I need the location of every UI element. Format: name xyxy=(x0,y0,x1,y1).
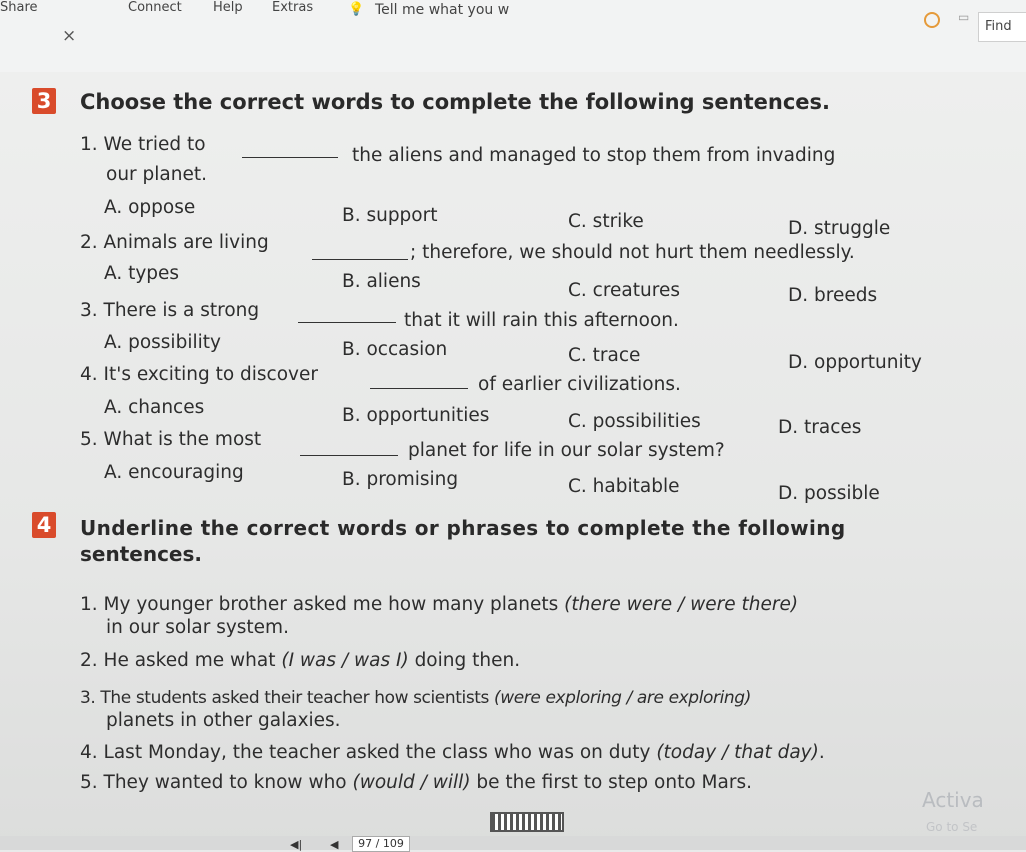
q3-blank[interactable] xyxy=(298,322,396,323)
q1-before: 1. We tried to xyxy=(80,134,206,155)
q3-option-c: C. trace xyxy=(568,345,641,366)
q2-option-a: A. types xyxy=(104,263,180,284)
q1-continuation: our planet. xyxy=(106,164,207,185)
q1-option-a: A. oppose xyxy=(104,197,196,218)
e4-item-5-choice[interactable]: (would / will) xyxy=(353,772,471,793)
q2-option-b: B. aliens xyxy=(342,271,421,292)
q5-option-a: A. encouraging xyxy=(104,462,244,483)
e4-item-1-before: 1. My younger brother asked me how many … xyxy=(80,594,565,615)
q4-before: 4. It's exciting to discover xyxy=(80,364,318,385)
q4-blank[interactable] xyxy=(370,388,468,389)
record-icon[interactable] xyxy=(924,12,940,28)
menu-help[interactable]: Help xyxy=(213,0,243,15)
go-to-settings-watermark: Go to Se xyxy=(926,820,978,834)
q3-option-d: D. opportunity xyxy=(788,352,922,373)
e4-item-5-after: be the first to step onto Mars. xyxy=(470,772,752,793)
q4-option-a: A. chances xyxy=(104,397,205,418)
previous-page-icon[interactable]: ◀ xyxy=(330,838,338,851)
menu-extras[interactable]: Extras xyxy=(272,0,313,15)
q1-option-c: C. strike xyxy=(568,211,644,232)
e4-item-3: 3. The students asked their teacher how … xyxy=(80,688,751,708)
q5-after: planet for life in our solar system? xyxy=(408,440,725,461)
q2-after: ; therefore, we should not hurt them nee… xyxy=(410,242,855,263)
e4-item-3-before: 3. The students asked their teacher how … xyxy=(80,688,495,708)
e4-item-2-choice[interactable]: (I was / was I) xyxy=(281,650,408,671)
exercise-4-title-line2: sentences. xyxy=(80,542,202,566)
activate-windows-watermark: Activa xyxy=(922,788,984,812)
e4-item-4: 4. Last Monday, the teacher asked the cl… xyxy=(80,742,825,763)
q2-before: 2. Animals are living xyxy=(80,232,269,253)
q1-after: the aliens and managed to stop them from… xyxy=(352,145,836,166)
e4-item-3-line2: planets in other galaxies. xyxy=(106,710,341,731)
e4-item-1: 1. My younger brother asked me how many … xyxy=(80,594,798,615)
lightbulb-icon[interactable]: 💡 xyxy=(348,2,364,17)
q5-blank[interactable] xyxy=(300,455,398,456)
document-page xyxy=(0,72,1026,850)
q5-option-d: D. possible xyxy=(778,483,880,504)
q2-option-d: D. breeds xyxy=(788,285,878,306)
menu-connect[interactable]: Connect xyxy=(128,0,182,15)
find-box[interactable]: Find xyxy=(978,12,1026,42)
find-label: Find xyxy=(985,19,1012,34)
q5-before: 5. What is the most xyxy=(80,429,262,450)
tell-me-input[interactable]: Tell me what you w xyxy=(375,2,509,18)
page-navigation-bar xyxy=(0,836,1026,850)
exercise-3-badge: 3 xyxy=(32,88,56,114)
q3-after: that it will rain this afternoon. xyxy=(404,310,679,331)
e4-item-2-after: doing then. xyxy=(408,650,521,671)
e4-item-4-before: 4. Last Monday, the teacher asked the cl… xyxy=(80,742,657,763)
e4-item-5: 5. They wanted to know who (would / will… xyxy=(80,772,752,793)
q1-option-d: D. struggle xyxy=(788,218,891,239)
q3-before: 3. There is a strong xyxy=(80,300,260,321)
q5-option-c: C. habitable xyxy=(568,476,680,497)
q4-after: of earlier civilizations. xyxy=(478,374,681,395)
e4-item-2-before: 2. He asked me what xyxy=(80,650,282,671)
e4-item-4-after: . xyxy=(818,742,825,763)
first-page-icon[interactable]: ◀| xyxy=(290,838,302,851)
q1-blank[interactable] xyxy=(242,157,338,158)
q4-option-c: C. possibilities xyxy=(568,411,701,432)
q4-option-b: B. opportunities xyxy=(342,405,490,426)
q5-option-b: B. promising xyxy=(342,469,459,490)
qr-code-icon xyxy=(490,812,564,832)
find-toggle-icon[interactable]: ▭ xyxy=(958,10,976,26)
e4-item-1-choice[interactable]: (there were / were there) xyxy=(564,594,798,615)
q4-option-d: D. traces xyxy=(778,417,862,438)
menu-share[interactable]: Share xyxy=(0,0,38,15)
e4-item-3-choice[interactable]: (were exploring / are exploring) xyxy=(494,688,751,708)
q3-option-b: B. occasion xyxy=(342,339,448,360)
e4-item-1-line2: in our solar system. xyxy=(106,617,289,638)
app-toolbar: Share Connect Help Extras 💡 Tell me what… xyxy=(0,0,1026,73)
q3-option-a: A. possibility xyxy=(104,332,221,353)
e4-item-4-choice[interactable]: (today / that day) xyxy=(656,742,819,763)
q1-option-b: B. support xyxy=(342,205,438,226)
exercise-4-badge: 4 xyxy=(32,512,56,538)
exercise-3-title: Choose the correct words to complete the… xyxy=(80,90,830,114)
close-icon[interactable]: × xyxy=(62,26,76,46)
q2-blank[interactable] xyxy=(312,259,408,260)
q2-option-c: C. creatures xyxy=(568,280,680,301)
exercise-4-title-line1: Underline the correct words or phrases t… xyxy=(80,516,846,540)
e4-item-5-before: 5. They wanted to know who xyxy=(80,772,353,793)
e4-item-2: 2. He asked me what (I was / was I) doin… xyxy=(80,650,520,671)
